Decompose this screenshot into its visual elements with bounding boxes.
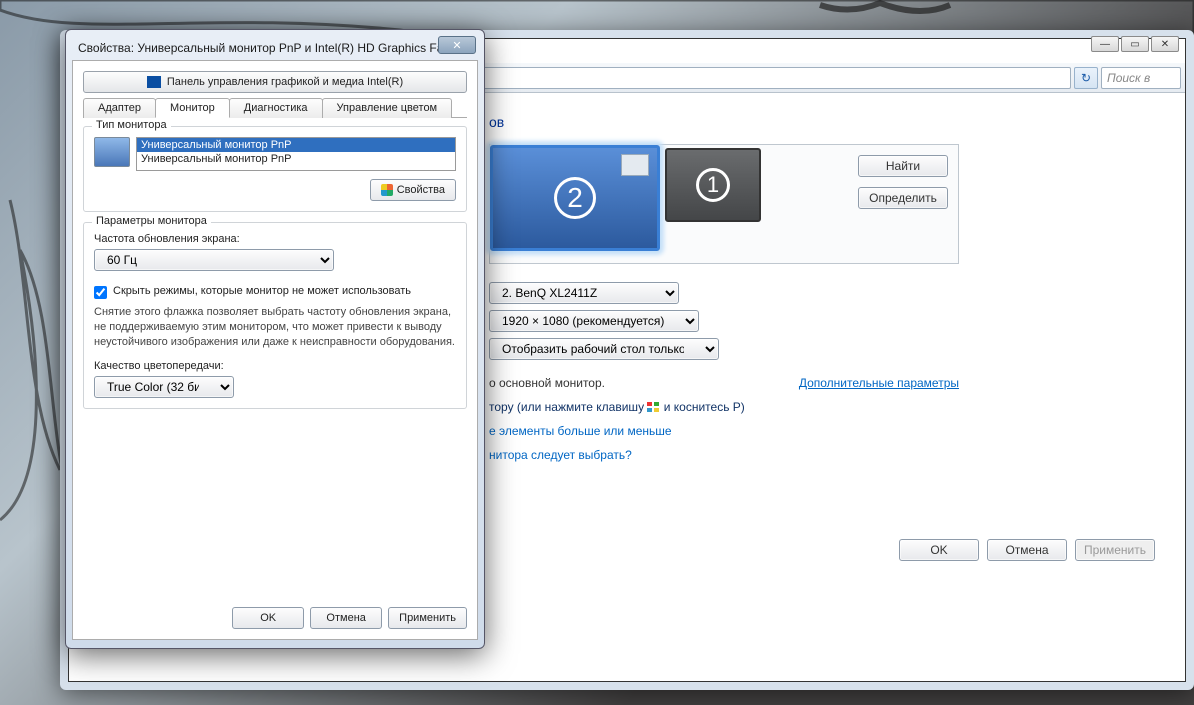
dialog-title: Свойства: Универсальный монитор PnP и In… [78, 41, 453, 55]
monitor-type-list[interactable]: Универсальный монитор PnP Универсальный … [136, 137, 456, 171]
ok-button[interactable]: OK [232, 607, 304, 629]
text-size-link[interactable]: е элементы больше или меньше [489, 424, 672, 438]
monitor-params-group: Параметры монитора Частота обновления эк… [83, 222, 467, 409]
intel-icon [147, 76, 161, 88]
which-monitor-link[interactable]: нитора следует выбрать? [489, 448, 632, 462]
monitor-preview-area[interactable]: 2 1 Найти Определить [489, 144, 959, 264]
group-label: Параметры монитора [92, 215, 211, 227]
intel-graphics-panel-button[interactable]: Панель управления графикой и медиа Intel… [83, 71, 467, 93]
multi-display-select[interactable]: Отобразить рабочий стол только на 2 [489, 338, 719, 360]
resolution-select-row: 1920 × 1080 (рекомендуется) [489, 310, 1145, 332]
close-icon: ✕ [452, 39, 461, 52]
advanced-settings-link[interactable]: Дополнительные параметры [799, 376, 959, 390]
close-button[interactable]: ✕ [438, 36, 476, 54]
apply-button[interactable]: Применить [388, 607, 467, 629]
ok-button[interactable]: OK [899, 539, 979, 561]
resolution-select[interactable]: 1920 × 1080 (рекомендуется) [489, 310, 699, 332]
find-button[interactable]: Найти [858, 155, 948, 177]
minimize-button[interactable]: — [1091, 36, 1119, 52]
monitor-number-label: 1 [696, 168, 730, 202]
hide-modes-label[interactable]: Скрыть режимы, которые монитор не может … [113, 285, 411, 297]
tab-adapter[interactable]: Адаптер [83, 98, 156, 118]
color-quality-select[interactable]: True Color (32 бита) [94, 376, 234, 398]
projector-text-2: и коснитесь P) [664, 400, 745, 414]
apply-button[interactable]: Применить [1075, 539, 1155, 561]
monitor-2-thumb[interactable]: 2 [490, 145, 660, 251]
primary-monitor-text: о основной монитор. [489, 376, 605, 390]
identify-button[interactable]: Определить [858, 187, 948, 209]
list-item[interactable]: Универсальный монитор PnP [137, 138, 455, 152]
tab-color-management[interactable]: Управление цветом [322, 98, 453, 118]
search-input[interactable]: Поиск в [1101, 67, 1181, 89]
cancel-button[interactable]: Отмена [310, 607, 382, 629]
monitor-number-label: 2 [554, 177, 596, 219]
monitor-properties-dialog: Свойства: Универсальный монитор PnP и In… [65, 29, 485, 649]
display-select[interactable]: 2. BenQ XL2411Z [489, 282, 679, 304]
monitor-properties-button[interactable]: Свойства [370, 179, 456, 201]
tab-strip: Адаптер Монитор Диагностика Управление ц… [83, 97, 467, 118]
cancel-button[interactable]: Отмена [987, 539, 1067, 561]
projector-text: тору (или нажмите клавишу [489, 400, 644, 414]
monitor-1-thumb[interactable]: 1 [665, 148, 761, 222]
button-label: Свойства [397, 184, 445, 196]
monitor-type-group: Тип монитора Универсальный монитор PnP У… [83, 126, 467, 212]
monitor-icon [94, 137, 130, 167]
window-controls: — ▭ ✕ [1091, 36, 1179, 52]
tab-monitor[interactable]: Монитор [155, 98, 230, 118]
hide-modes-help-text: Снятие этого флажка позволяет выбрать ча… [94, 305, 456, 350]
page-title: ов [489, 114, 1145, 130]
hide-modes-checkbox[interactable] [94, 286, 107, 299]
windows-key-icon [647, 402, 660, 413]
maximize-button[interactable]: ▭ [1121, 36, 1149, 52]
color-quality-label: Качество цветопередачи: [94, 360, 456, 372]
refresh-rate-select[interactable]: 60 Гц [94, 249, 334, 271]
refresh-button[interactable]: ↻ [1074, 67, 1098, 89]
dialog-buttons: OK Отмена Применить [232, 607, 467, 629]
app-window-icon [621, 154, 649, 176]
close-button[interactable]: ✕ [1151, 36, 1179, 52]
refresh-icon: ↻ [1081, 71, 1091, 85]
intel-panel-label: Панель управления графикой и медиа Intel… [167, 76, 403, 88]
dialog-title-bar[interactable]: Свойства: Универсальный монитор PnP и In… [72, 36, 478, 60]
group-label: Тип монитора [92, 119, 171, 131]
display-select-row: 2. BenQ XL2411Z [489, 282, 1145, 304]
list-item[interactable]: Универсальный монитор PnP [137, 152, 455, 166]
dialog-buttons: OK Отмена Применить [899, 539, 1155, 561]
tab-diagnostics[interactable]: Диагностика [229, 98, 323, 118]
uac-shield-icon [381, 184, 393, 196]
help-links: тору (или нажмите клавишу и коснитесь P)… [489, 400, 1145, 462]
multi-display-select-row: Отобразить рабочий стол только на 2 [489, 338, 1145, 360]
refresh-rate-label: Частота обновления экрана: [94, 233, 456, 245]
